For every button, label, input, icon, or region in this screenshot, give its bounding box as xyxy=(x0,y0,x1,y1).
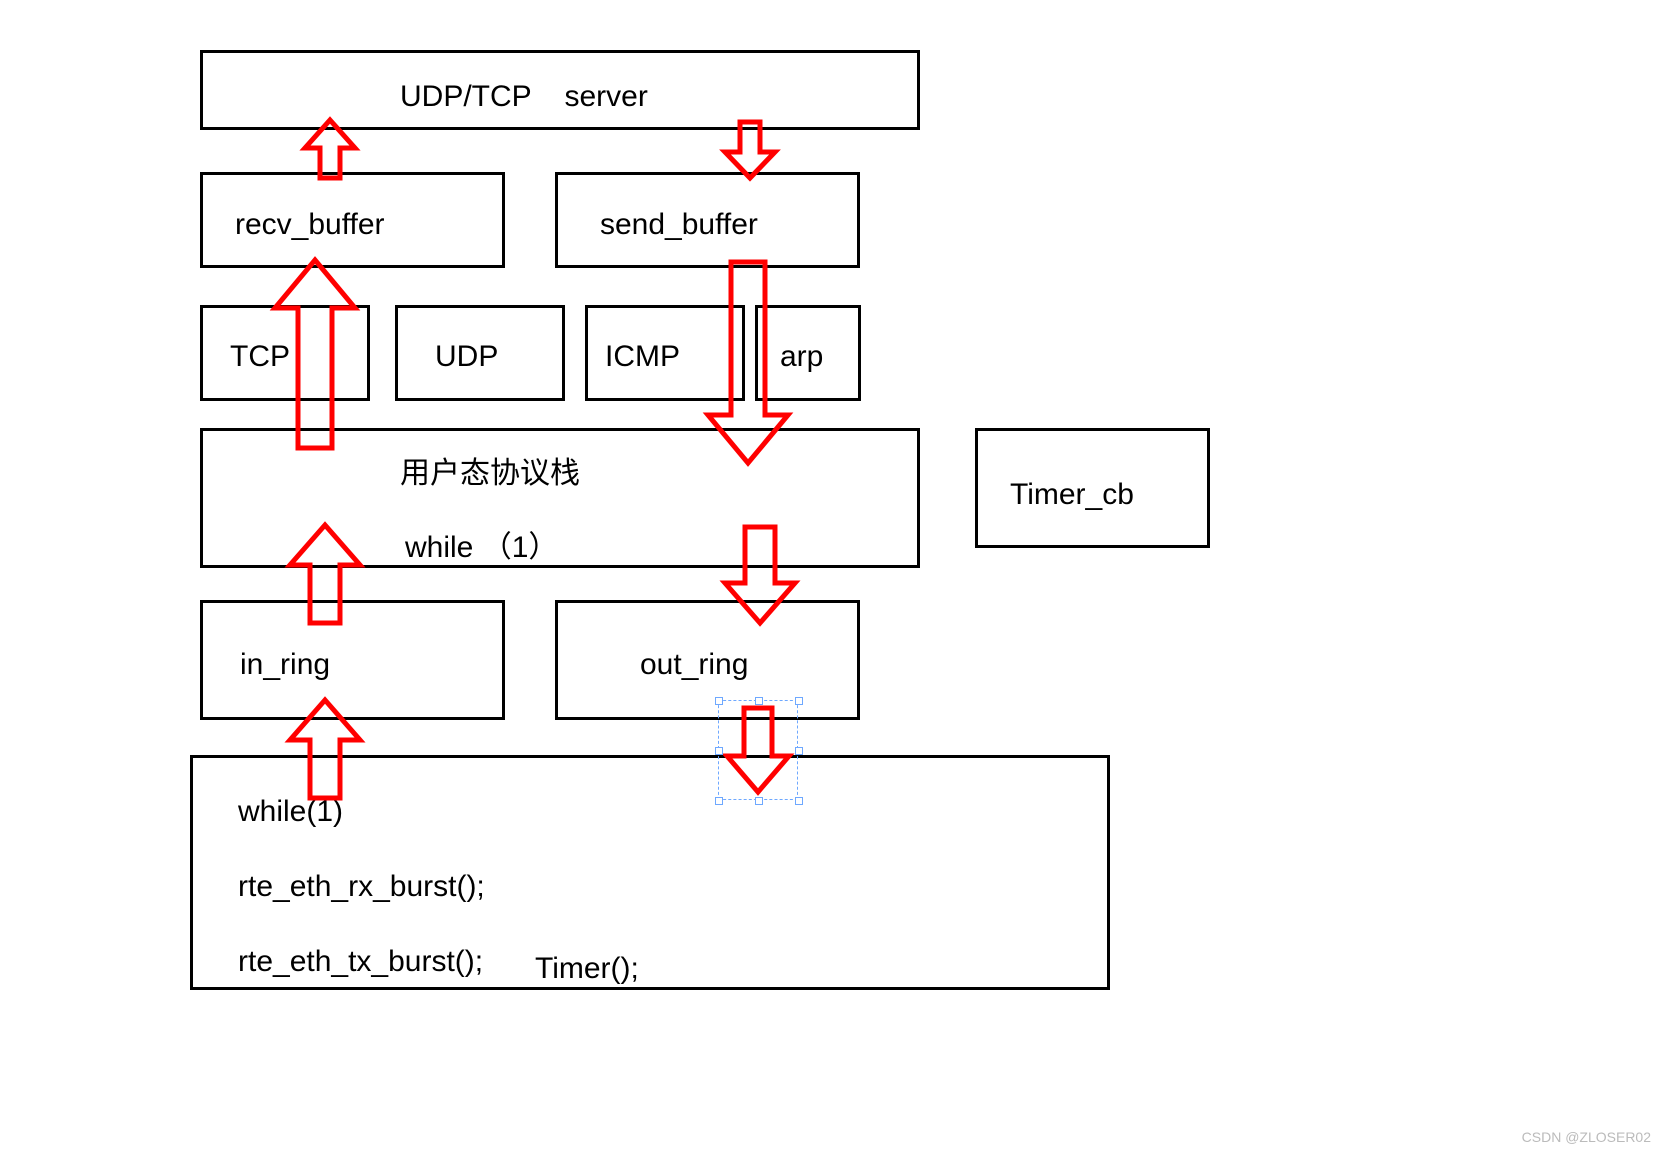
arrow-down-send-to-stack xyxy=(703,260,793,465)
sel-handle xyxy=(755,697,763,705)
arrow-up-tcp-to-recv xyxy=(270,260,360,450)
arrow-down-stack-to-outring xyxy=(720,525,800,625)
recv-buffer-label: recv_buffer xyxy=(235,208,385,242)
arrow-down-server-to-send xyxy=(720,120,780,180)
userstack-line1: 用户态协议栈 xyxy=(400,448,580,492)
sel-handle xyxy=(795,747,803,755)
arrow-up-inring-to-stack xyxy=(285,525,365,625)
selection-rect xyxy=(718,700,798,800)
sel-handle xyxy=(715,697,723,705)
sel-handle xyxy=(795,697,803,705)
watermark: CSDN @ZLOSER02 xyxy=(1522,1129,1651,1145)
bottom-l4: Timer(); xyxy=(535,952,639,986)
arrow-up-bottom-to-inring xyxy=(285,700,365,800)
server-label: UDP/TCP server xyxy=(400,80,648,114)
bottom-l2: rte_eth_rx_burst(); xyxy=(238,870,485,904)
udp-label: UDP xyxy=(435,340,498,374)
send-buffer-label: send_buffer xyxy=(600,208,758,242)
sel-handle xyxy=(715,797,723,805)
userstack-line2: while （1） xyxy=(405,522,558,566)
sel-handle xyxy=(755,797,763,805)
timer-cb-label: Timer_cb xyxy=(1010,478,1134,512)
icmp-label: ICMP xyxy=(605,340,680,374)
in-ring-label: in_ring xyxy=(240,648,330,682)
bottom-l3: rte_eth_tx_burst(); xyxy=(238,945,483,979)
out-ring-label: out_ring xyxy=(640,648,748,682)
sel-handle xyxy=(795,797,803,805)
arrow-up-recv-to-server xyxy=(300,120,360,180)
sel-handle xyxy=(715,747,723,755)
